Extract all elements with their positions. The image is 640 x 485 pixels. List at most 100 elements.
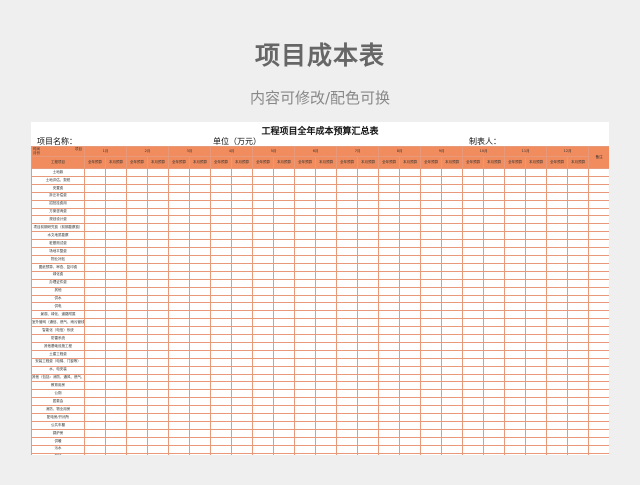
data-cell[interactable] [315,207,338,217]
data-cell[interactable] [168,357,191,367]
data-cell[interactable] [126,436,149,446]
data-cell[interactable] [546,270,569,280]
data-cell[interactable] [378,413,401,422]
data-cell[interactable] [104,247,128,256]
data-cell[interactable] [126,199,149,209]
data-cell[interactable] [84,183,106,193]
data-cell[interactable] [104,334,128,343]
data-cell[interactable] [126,286,149,296]
data-cell[interactable] [189,175,212,185]
data-cell[interactable] [168,286,191,296]
data-cell[interactable] [441,247,464,256]
data-cell[interactable] [189,294,212,304]
data-cell[interactable] [357,405,380,415]
data-cell[interactable] [147,413,170,422]
data-cell[interactable] [357,183,380,193]
data-cell[interactable] [189,302,212,312]
data-cell[interactable] [567,231,590,241]
data-cell[interactable] [315,239,338,249]
data-cell[interactable] [315,223,338,233]
data-cell[interactable] [126,381,149,391]
data-cell[interactable] [126,231,149,241]
data-cell[interactable] [210,318,233,328]
data-cell[interactable] [231,334,254,343]
data-cell[interactable] [399,231,422,241]
data-cell[interactable] [441,381,464,391]
data-cell[interactable] [336,357,359,367]
data-cell[interactable] [399,294,422,304]
data-cell[interactable] [399,334,422,343]
data-cell[interactable] [504,183,527,193]
data-cell[interactable] [357,381,380,391]
data-cell[interactable] [399,373,422,383]
data-cell[interactable] [273,231,296,241]
data-cell[interactable] [273,341,296,351]
data-cell[interactable] [420,436,443,446]
data-cell[interactable] [231,175,254,185]
data-cell[interactable] [231,199,254,209]
data-cell[interactable] [483,428,506,438]
data-cell[interactable] [441,231,464,241]
data-cell[interactable] [567,341,590,351]
data-cell[interactable] [504,326,527,336]
data-cell[interactable] [231,365,254,375]
data-cell[interactable] [189,247,212,256]
data-cell[interactable] [525,270,548,280]
data-cell[interactable] [126,239,149,249]
data-cell[interactable] [546,397,569,407]
data-cell[interactable] [567,239,590,249]
data-cell[interactable] [315,310,338,320]
data-cell[interactable] [273,191,296,201]
data-cell[interactable] [483,318,506,328]
data-cell[interactable] [273,381,296,391]
data-cell[interactable] [189,262,212,272]
data-cell[interactable] [441,254,464,264]
data-cell[interactable] [588,294,609,304]
data-cell[interactable] [399,310,422,320]
data-cell[interactable] [210,334,233,343]
data-cell[interactable] [168,199,191,209]
data-cell[interactable] [336,175,359,185]
data-cell[interactable] [357,397,380,407]
data-cell[interactable] [315,318,338,328]
data-cell[interactable] [210,310,233,320]
data-cell[interactable] [210,436,233,446]
data-cell[interactable] [378,168,401,177]
data-cell[interactable] [525,231,548,241]
data-cell[interactable] [525,215,548,225]
data-cell[interactable] [462,254,485,264]
data-cell[interactable] [441,444,464,454]
data-cell[interactable] [84,207,106,217]
data-cell[interactable] [483,175,506,185]
data-cell[interactable] [504,421,527,430]
data-cell[interactable] [420,270,443,280]
data-cell[interactable] [420,294,443,304]
data-cell[interactable] [525,294,548,304]
data-cell[interactable] [294,436,317,446]
data-cell[interactable] [546,436,569,446]
data-cell[interactable] [525,310,548,320]
data-cell[interactable] [252,199,275,209]
data-cell[interactable] [336,239,359,249]
data-cell[interactable] [104,365,128,375]
data-cell[interactable] [336,199,359,209]
data-cell[interactable] [399,397,422,407]
data-cell[interactable] [147,428,170,438]
data-cell[interactable] [357,207,380,217]
data-cell[interactable] [567,357,590,367]
data-cell[interactable] [567,207,590,217]
data-cell[interactable] [294,444,317,454]
data-cell[interactable] [104,405,128,415]
data-cell[interactable] [168,183,191,193]
data-cell[interactable] [336,381,359,391]
data-cell[interactable] [189,215,212,225]
data-cell[interactable] [525,381,548,391]
data-cell[interactable] [273,270,296,280]
data-cell[interactable] [104,421,128,430]
data-cell[interactable] [483,349,506,359]
data-cell[interactable] [126,215,149,225]
data-cell[interactable] [567,262,590,272]
data-cell[interactable] [84,302,106,312]
data-cell[interactable] [378,215,401,225]
data-cell[interactable] [84,357,106,367]
